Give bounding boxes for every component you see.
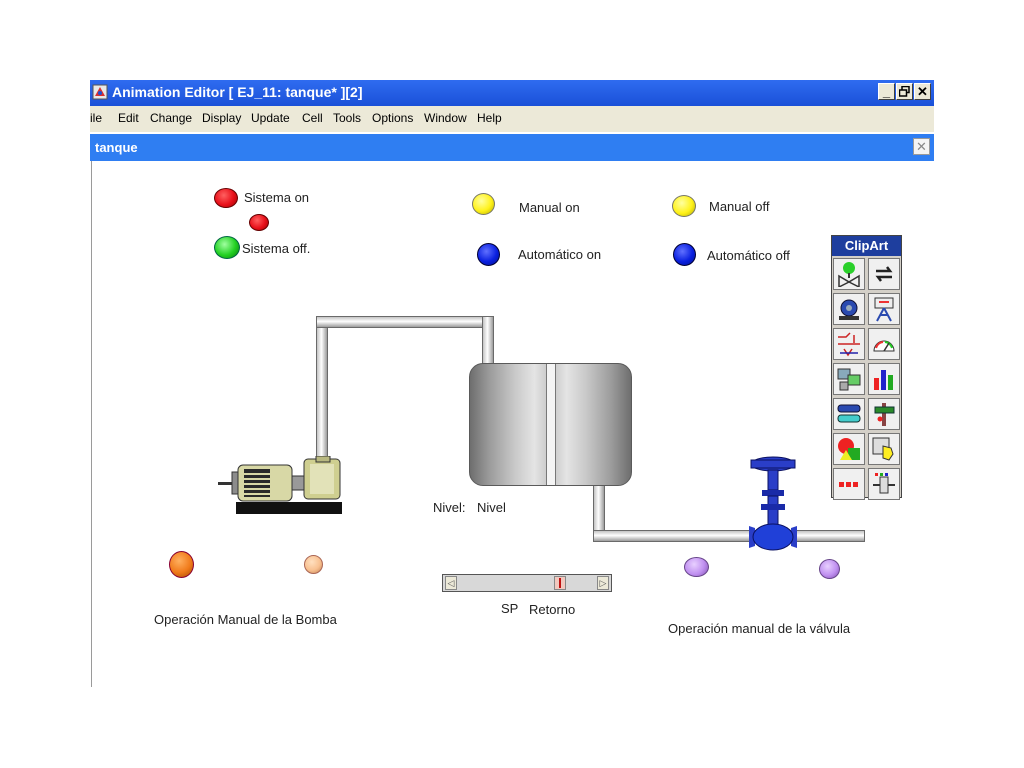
shapes-icon[interactable]: [833, 433, 865, 465]
manual-on-label: Manual on: [519, 200, 580, 215]
pump-icon[interactable]: [218, 456, 344, 516]
panel-icon[interactable]: [833, 363, 865, 395]
menu-options[interactable]: Options: [372, 111, 413, 125]
outlet-pipe: [593, 530, 865, 542]
manual-off-label: Manual off: [709, 199, 770, 214]
child-window-title: tanque: [95, 140, 138, 155]
menu-window[interactable]: Window: [424, 111, 467, 125]
menu-tools[interactable]: Tools: [333, 111, 361, 125]
automatico-on-indicator[interactable]: [477, 243, 500, 266]
menu-file[interactable]: ile: [90, 111, 102, 125]
tank-level-icon[interactable]: [833, 398, 865, 430]
menu-change[interactable]: Change: [150, 111, 192, 125]
manual-on-indicator[interactable]: [472, 193, 495, 215]
automatico-on-label: Automático on: [518, 247, 602, 262]
sistema-off-indicator[interactable]: [214, 236, 240, 259]
sistema-on-indicator[interactable]: [214, 188, 238, 208]
automatico-off-indicator[interactable]: [673, 243, 696, 266]
slider-right-arrow[interactable]: ▷: [597, 576, 609, 590]
menu-edit[interactable]: Edit: [118, 111, 139, 125]
bomba-label: Operación Manual de la Bomba: [154, 612, 337, 627]
menu-help[interactable]: Help: [477, 111, 502, 125]
sp-label: SP: [501, 601, 519, 616]
automatico-off-label: Automático off: [707, 248, 790, 263]
sistema-on-label: Sistema on: [244, 190, 310, 205]
retorno-label: Retorno: [529, 602, 576, 617]
canvas-border: [91, 161, 92, 687]
nivel-value: Nivel: [477, 500, 506, 515]
slider-left-arrow[interactable]: ◁: [445, 576, 457, 590]
pump-icon[interactable]: [833, 293, 865, 325]
bomba-indicator-a[interactable]: [169, 551, 194, 578]
app-titlebar: Animation Editor [ EJ_11: tanque* ][2] _…: [90, 80, 934, 106]
nivel-prefix-label: Nivel:: [433, 500, 466, 515]
window-title: Animation Editor [ EJ_11: tanque* ][2]: [112, 84, 363, 100]
sign-icon[interactable]: [868, 398, 900, 430]
sistema-status-led: [249, 214, 269, 231]
child-window-titlebar: tanque ✕: [90, 134, 934, 161]
circuit-icon[interactable]: [833, 328, 865, 360]
dots-icon[interactable]: [833, 468, 865, 500]
slider-thumb[interactable]: [554, 576, 566, 590]
clipart-title: ClipArt: [832, 236, 901, 256]
restore-icon: [898, 85, 910, 97]
hand-pointer-icon[interactable]: [868, 433, 900, 465]
tank-inlet-pipe: [482, 316, 494, 366]
minimize-button[interactable]: _: [878, 83, 895, 100]
slider-control-icon[interactable]: [868, 468, 900, 500]
valvula-indicator-a[interactable]: [684, 557, 709, 577]
control-valve-icon[interactable]: [749, 456, 799, 554]
app-icon: [92, 84, 108, 100]
valvula-indicator-b[interactable]: [819, 559, 840, 579]
menu-cell[interactable]: Cell: [302, 111, 323, 125]
pump-riser-pipe: [316, 316, 328, 462]
clipart-palette: ClipArt: [831, 235, 902, 500]
tank[interactable]: [469, 363, 632, 486]
valve-icon[interactable]: [833, 258, 865, 290]
valvula-label: Operación manual de la válvula: [668, 621, 851, 636]
sistema-off-label: Sistema off.: [242, 241, 311, 256]
refresh-icon[interactable]: [868, 258, 900, 290]
menu-bar: ile Edit Change Display Update Cell Tool…: [90, 106, 934, 132]
child-close-button[interactable]: ✕: [913, 138, 930, 155]
top-pipe: [316, 316, 494, 328]
bomba-indicator-b[interactable]: [304, 555, 323, 574]
restore-button[interactable]: [896, 83, 913, 100]
tank-seam: [546, 364, 556, 485]
close-button[interactable]: ✕: [914, 83, 931, 100]
gauge-icon[interactable]: [868, 328, 900, 360]
menu-update[interactable]: Update: [251, 111, 290, 125]
equipment-icon[interactable]: [868, 293, 900, 325]
sp-retorno-slider[interactable]: ◁ ▷: [442, 574, 612, 592]
menu-display[interactable]: Display: [202, 111, 241, 125]
bar-chart-icon[interactable]: [868, 363, 900, 395]
manual-off-indicator[interactable]: [672, 195, 696, 217]
